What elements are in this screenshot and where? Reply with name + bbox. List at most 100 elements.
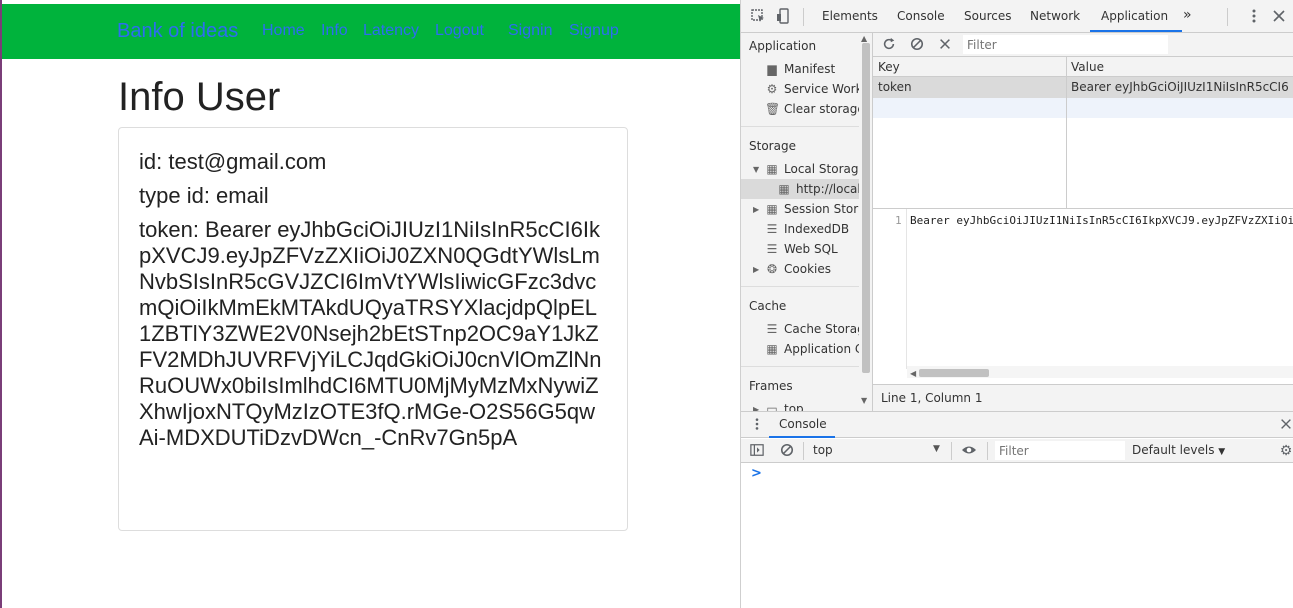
- expand-triangle-icon[interactable]: ▼: [753, 165, 759, 174]
- sidebar-header-cache: Cache: [749, 299, 787, 313]
- value-preview: 1 Bearer eyJhbGciOiJIUzI1NiIsInR5cCI6Ikp…: [873, 208, 1293, 369]
- database-icon: ☰: [766, 242, 778, 256]
- user-id-type: type id: email: [139, 183, 269, 208]
- collapse-triangle-icon[interactable]: ▶: [753, 265, 759, 274]
- drawer-tabs: Console: [741, 412, 1293, 438]
- nav-link-signup[interactable]: Signup: [569, 22, 619, 40]
- sidebar-item-clear-storage[interactable]: 🗑 Clear storage: [765, 102, 865, 116]
- cursor-position: Line 1, Column 1: [881, 391, 983, 405]
- tab-elements[interactable]: Elements: [822, 9, 878, 23]
- gear-icon: ⚙: [766, 82, 778, 96]
- user-token: token: Bearer eyJhbGciOiJIUzI1NiIsInR5cC…: [139, 217, 602, 450]
- document-icon: ▆: [767, 62, 777, 76]
- table-row-empty[interactable]: [873, 98, 1293, 118]
- scroll-down-arrow-icon[interactable]: ▼: [861, 396, 867, 405]
- value-code-line[interactable]: Bearer eyJhbGciOiJIUzI1NiIsInR5cCI6IkpXV…: [910, 214, 1293, 227]
- console-prompt[interactable]: >: [751, 466, 762, 481]
- context-selector[interactable]: top: [813, 443, 833, 457]
- column-header-key[interactable]: Key: [878, 60, 900, 74]
- chevron-down-icon[interactable]: ▼: [933, 444, 940, 454]
- storage-filter-input[interactable]: [963, 35, 1168, 54]
- console-toolbar: top ▼ Default levels ▼ ⚙: [741, 439, 1293, 463]
- sidebar-item-local-storage[interactable]: ▦ Local Storage: [765, 162, 866, 176]
- user-id: id: test@gmail.com: [139, 149, 327, 174]
- application-sidebar: Application ▆ Manifest ⚙ Service Workers 🗑…: [741, 33, 873, 411]
- sidebar-item-websql[interactable]: ☰ Web SQL: [765, 242, 838, 256]
- tab-sources[interactable]: Sources: [964, 9, 1011, 23]
- sidebar-divider: [741, 126, 859, 127]
- table-row[interactable]: token Bearer eyJhbGciOiJIUzI1NiIsInR5cCI…: [873, 77, 1293, 98]
- toolbar-separator: [987, 442, 988, 460]
- row-key: token: [878, 80, 912, 94]
- sidebar-item-application-cache[interactable]: ▦Application Cache: [765, 342, 872, 356]
- scroll-left-arrow-icon[interactable]: ◀: [910, 369, 916, 378]
- nav-link-latency[interactable]: Latency: [363, 22, 419, 40]
- delete-selected-icon[interactable]: [937, 37, 953, 53]
- status-bar: Line 1, Column 1: [873, 384, 1293, 411]
- more-tabs-icon[interactable]: »: [1183, 7, 1192, 23]
- kebab-menu-icon[interactable]: [1246, 8, 1262, 24]
- log-levels-dropdown[interactable]: Default levels ▼: [1132, 443, 1225, 457]
- nav-link-home[interactable]: Home: [262, 22, 305, 40]
- sidebar-item-session-storage[interactable]: ▦ Session Storage: [765, 202, 872, 216]
- nav-link-info[interactable]: Info: [321, 22, 348, 40]
- preview-scrollbar-thumb[interactable]: [919, 369, 989, 377]
- console-settings-gear-icon[interactable]: ⚙: [1278, 443, 1293, 459]
- close-devtools-icon[interactable]: [1271, 8, 1287, 24]
- cookie-icon: ❂: [766, 262, 778, 276]
- row-value: Bearer eyJhbGciOiJIUzI1NiIsInR5cCI6...: [1071, 80, 1289, 94]
- sidebar-item-indexeddb[interactable]: ☰ IndexedDB: [765, 222, 850, 236]
- eye-icon[interactable]: [961, 443, 977, 459]
- storage-toolbar: [873, 33, 1293, 57]
- refresh-icon[interactable]: [881, 37, 897, 53]
- database-icon: ☰: [766, 322, 778, 336]
- storage-table-header: Key Value: [873, 57, 1293, 77]
- grid-icon: ▦: [766, 162, 778, 176]
- toolbar-separator: [1227, 8, 1228, 26]
- inspect-element-icon[interactable]: [750, 8, 766, 24]
- drawer-tab-console[interactable]: Console: [779, 417, 827, 431]
- devtools-toolbar: Elements Console Sources Network Applica…: [741, 0, 1293, 33]
- database-icon: ☰: [766, 222, 778, 236]
- sidebar-toggle-icon[interactable]: [749, 443, 765, 459]
- sidebar-item-service-workers[interactable]: ⚙ Service Workers: [765, 82, 872, 96]
- trash-icon: 🗑: [765, 102, 781, 116]
- sidebar-item-frame-top[interactable]: ▭ top: [765, 402, 803, 411]
- sidebar-item-cache-storage[interactable]: ☰ Cache Storage: [765, 322, 872, 336]
- sidebar-divider: [741, 286, 859, 287]
- sidebar-header-storage: Storage: [749, 139, 796, 153]
- device-toolbar-icon[interactable]: [776, 8, 792, 24]
- grid-icon: ▦: [766, 202, 778, 216]
- console-filter-input[interactable]: [995, 441, 1125, 460]
- toolbar-separator: [803, 442, 804, 460]
- devtools-panel: Elements Console Sources Network Applica…: [740, 0, 1293, 608]
- console-drawer: Console top ▼ Default levels ▼ ⚙: [741, 411, 1293, 608]
- sidebar-header-application: Application: [749, 39, 817, 53]
- tab-network[interactable]: Network: [1030, 9, 1080, 23]
- clear-all-icon[interactable]: [909, 37, 925, 53]
- frame-icon: ▭: [766, 402, 778, 411]
- line-gutter: 1: [873, 209, 907, 369]
- column-divider: [1066, 57, 1067, 208]
- drawer-menu-icon[interactable]: [749, 417, 765, 433]
- collapse-triangle-icon[interactable]: ▶: [753, 205, 759, 214]
- close-drawer-icon[interactable]: [1278, 417, 1293, 433]
- tab-console[interactable]: Console: [897, 9, 945, 23]
- brand-link[interactable]: Bank of ideas: [117, 20, 238, 43]
- nav-link-signin[interactable]: Signin: [508, 22, 552, 40]
- web-page: Bank of ideas Home Info Latency Logout S…: [0, 0, 740, 608]
- line-number: 1: [895, 214, 902, 227]
- sidebar-item-manifest[interactable]: ▆ Manifest: [765, 62, 835, 76]
- grid-icon: ▦: [766, 342, 778, 356]
- drawer-active-tab-indicator: [769, 436, 835, 438]
- clear-console-icon[interactable]: [779, 443, 795, 459]
- sidebar-scrollbar-thumb[interactable]: [862, 43, 870, 373]
- grid-icon: ▦: [778, 182, 790, 196]
- scroll-up-arrow-icon[interactable]: ▲: [861, 34, 867, 43]
- sidebar-item-cookies[interactable]: ❂ Cookies: [765, 262, 831, 276]
- toolbar-separator: [951, 442, 952, 460]
- toolbar-separator: [803, 8, 804, 26]
- column-header-value[interactable]: Value: [1071, 60, 1104, 74]
- tab-application[interactable]: Application: [1101, 9, 1168, 23]
- nav-link-logout[interactable]: Logout: [435, 22, 484, 40]
